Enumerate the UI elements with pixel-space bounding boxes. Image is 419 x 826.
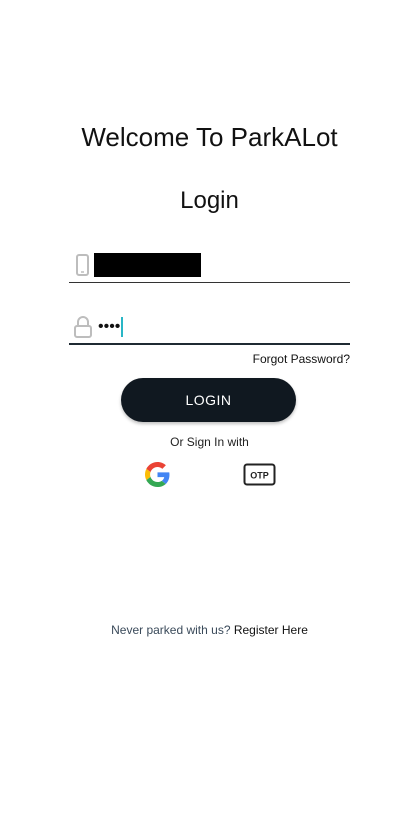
phone-value-redacted	[94, 253, 201, 277]
otp-icon[interactable]: OTP	[243, 463, 276, 486]
svg-text:OTP: OTP	[250, 471, 269, 481]
register-prompt: Never parked with us? Register Here	[0, 623, 419, 637]
forgot-password-link[interactable]: Forgot Password?	[253, 352, 350, 366]
or-sign-in-label: Or Sign In with	[170, 435, 249, 449]
welcome-title: Welcome To ParkALot	[81, 122, 338, 152]
phone-field[interactable]	[69, 247, 350, 283]
phone-underline	[69, 282, 350, 283]
password-value: ••••	[98, 317, 124, 337]
login-button[interactable]: LOGIN	[121, 378, 296, 422]
login-heading: Login	[180, 187, 239, 214]
lock-icon	[72, 315, 92, 339]
register-prompt-text: Never parked with us?	[111, 623, 231, 637]
phone-icon	[72, 253, 92, 277]
google-icon[interactable]	[145, 462, 170, 487]
register-link[interactable]: Register Here	[234, 623, 308, 637]
text-caret	[121, 317, 124, 337]
password-underline	[69, 343, 350, 345]
password-field[interactable]: ••••	[69, 309, 350, 345]
